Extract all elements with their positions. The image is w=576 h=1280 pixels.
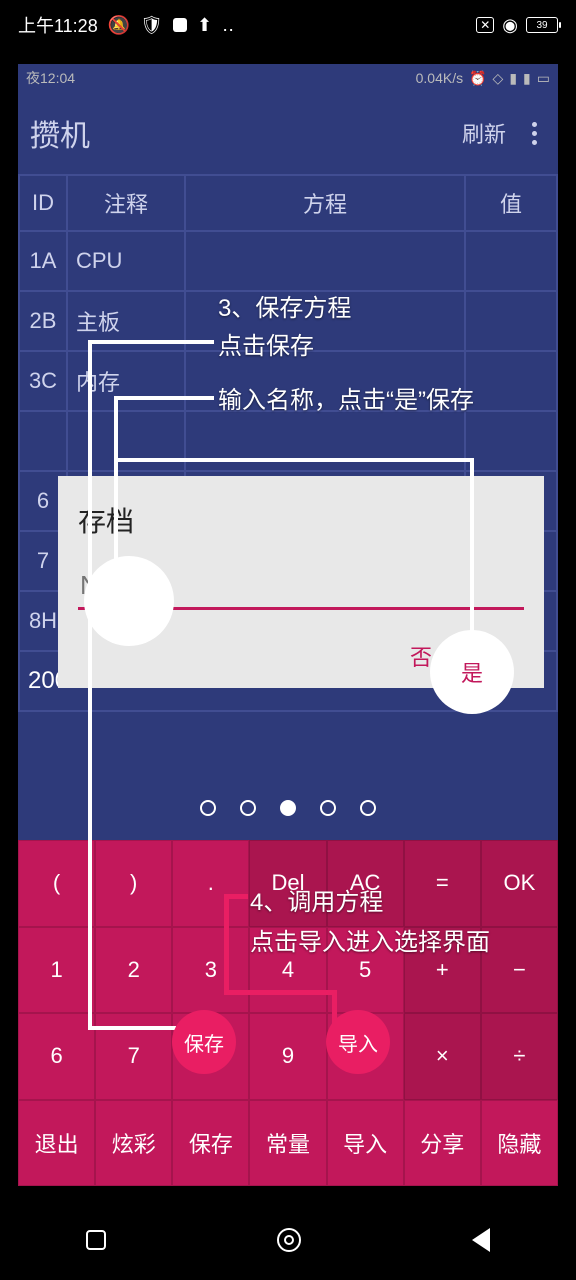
key-multiply[interactable]: × bbox=[404, 1013, 481, 1100]
col-value: 值 bbox=[465, 175, 557, 231]
app-title: 攒机 bbox=[30, 111, 462, 155]
square-icon bbox=[173, 18, 187, 32]
key-ok[interactable]: OK bbox=[481, 840, 558, 927]
home-button[interactable] bbox=[277, 1228, 301, 1252]
overflow-menu-icon[interactable] bbox=[522, 122, 546, 145]
tutorial-overlay-area: 夜12:04 0.04K/s ⏰ ◇ ▮ ▮ ▭ 攒机 刷新 ID 注释 方程 … bbox=[0, 50, 576, 1200]
recent-apps-button[interactable] bbox=[86, 1230, 106, 1250]
pager-dot[interactable] bbox=[360, 800, 376, 816]
table-row[interactable]: 2B主板 bbox=[19, 291, 557, 351]
key-3[interactable]: 3 bbox=[172, 927, 249, 1014]
app-screenshot: 夜12:04 0.04K/s ⏰ ◇ ▮ ▮ ▭ 攒机 刷新 ID 注释 方程 … bbox=[18, 64, 558, 1186]
table-row[interactable] bbox=[19, 411, 557, 471]
android-nav-bar bbox=[0, 1200, 576, 1280]
shield-icon: 🛡 bbox=[140, 15, 163, 36]
app-bar: 攒机 刷新 bbox=[18, 92, 558, 174]
key-plus[interactable]: + bbox=[404, 927, 481, 1014]
inner-status-bar: 夜12:04 0.04K/s ⏰ ◇ ▮ ▮ ▭ bbox=[18, 64, 558, 92]
key-6[interactable]: 6 bbox=[18, 1013, 95, 1100]
mute-icon: 🔕 bbox=[108, 15, 130, 36]
key-4[interactable]: 4 bbox=[249, 927, 326, 1014]
close-box-icon: ✕ bbox=[476, 17, 494, 33]
pager-dot[interactable] bbox=[200, 800, 216, 816]
col-id: ID bbox=[19, 175, 67, 231]
key-const[interactable]: 常量 bbox=[249, 1100, 326, 1187]
key-share[interactable]: 分享 bbox=[404, 1100, 481, 1187]
signal-icon: ▮ bbox=[523, 70, 531, 87]
key-dot[interactable]: . bbox=[172, 840, 249, 927]
key-hide[interactable]: 隐藏 bbox=[481, 1100, 558, 1187]
name-input[interactable] bbox=[78, 564, 524, 610]
device-time: 上午11:28 bbox=[18, 12, 98, 38]
key-exit[interactable]: 退出 bbox=[18, 1100, 95, 1187]
key-ac[interactable]: AC bbox=[327, 840, 404, 927]
pager-dot[interactable] bbox=[320, 800, 336, 816]
net-speed: 0.04K/s bbox=[416, 70, 463, 86]
keypad: ( ) . Del AC = OK 1 2 3 4 5 + − 6 7 8 9 … bbox=[18, 840, 558, 1186]
key-rparen[interactable]: ) bbox=[95, 840, 172, 927]
col-note: 注释 bbox=[67, 175, 185, 231]
back-button[interactable] bbox=[472, 1228, 490, 1252]
battery-icon: ▭ bbox=[537, 70, 550, 87]
upload-icon: ⬆ bbox=[197, 15, 212, 36]
tutorial-pager[interactable] bbox=[18, 800, 558, 816]
pager-dot-active[interactable] bbox=[280, 800, 296, 816]
dialog-title: 存档 bbox=[78, 500, 524, 540]
dialog-no-button[interactable]: 否 bbox=[410, 640, 432, 672]
table-row[interactable]: 1ACPU bbox=[19, 231, 557, 291]
key-lparen[interactable]: ( bbox=[18, 840, 95, 927]
key-equals[interactable]: = bbox=[404, 840, 481, 927]
col-equation: 方程 bbox=[185, 175, 465, 231]
wifi-icon: ◇ bbox=[493, 70, 504, 87]
more-icon: ‥ bbox=[222, 15, 234, 36]
key-1[interactable]: 1 bbox=[18, 927, 95, 1014]
key-7[interactable]: 7 bbox=[95, 1013, 172, 1100]
signal-icon: ▮ bbox=[509, 70, 517, 87]
save-dialog: 存档 否 是 bbox=[58, 476, 544, 688]
key-0[interactable]: 0 bbox=[327, 1013, 404, 1100]
key-5[interactable]: 5 bbox=[327, 927, 404, 1014]
key-minus[interactable]: − bbox=[481, 927, 558, 1014]
key-8[interactable]: 8 bbox=[172, 1013, 249, 1100]
refresh-button[interactable]: 刷新 bbox=[462, 117, 506, 149]
key-del[interactable]: Del bbox=[249, 840, 326, 927]
pager-dot[interactable] bbox=[240, 800, 256, 816]
table-row[interactable]: 3C内存 bbox=[19, 351, 557, 411]
key-save[interactable]: 保存 bbox=[172, 1100, 249, 1187]
wifi-icon: ◉ bbox=[502, 15, 518, 36]
inner-time: 夜12:04 bbox=[26, 70, 75, 86]
key-import[interactable]: 导入 bbox=[327, 1100, 404, 1187]
device-status-bar: 上午11:28 🔕 🛡 ⬆ ‥ ✕ ◉ 39 bbox=[0, 0, 576, 50]
key-divide[interactable]: ÷ bbox=[481, 1013, 558, 1100]
key-9[interactable]: 9 bbox=[249, 1013, 326, 1100]
alarm-icon: ⏰ bbox=[469, 70, 486, 87]
dialog-yes-button[interactable]: 是 bbox=[472, 640, 494, 672]
key-2[interactable]: 2 bbox=[95, 927, 172, 1014]
key-color[interactable]: 炫彩 bbox=[95, 1100, 172, 1187]
table-header-row: ID 注释 方程 值 bbox=[19, 175, 557, 231]
battery-icon: 39 bbox=[526, 17, 558, 33]
